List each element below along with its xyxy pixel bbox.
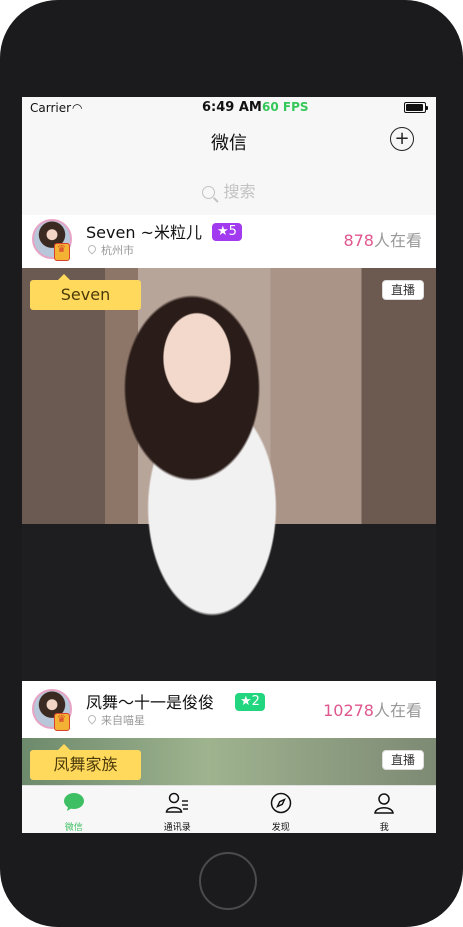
- viewer-number: 878: [343, 231, 374, 250]
- battery-icon: [404, 102, 428, 113]
- viewer-suffix: 人在看: [373, 231, 422, 250]
- live-stream-cover[interactable]: Seven 直播: [22, 268, 436, 681]
- nav-bar: 微信 +: [22, 119, 436, 163]
- person-icon: [374, 793, 395, 814]
- plus-icon: +: [394, 128, 410, 149]
- family-name-tag: 凤舞家族: [30, 744, 141, 780]
- search-placeholder: 搜索: [223, 182, 256, 201]
- clock: 6:49 AM: [202, 100, 262, 115]
- search-icon: [202, 186, 216, 199]
- chat-bubble-icon: [63, 793, 84, 811]
- live-label: 直播: [382, 750, 424, 770]
- streamer-name: 凤舞～十一是俊俊: [86, 693, 215, 712]
- tab-discover[interactable]: 发现: [229, 786, 333, 833]
- phone-frame: Carrier ◠ 6:49 AM 60 FPS 微信 + 搜索 Seven ~…: [0, 0, 463, 927]
- tab-label: 发现: [271, 823, 290, 833]
- tab-bar: 微信 通讯录 发现 我: [22, 785, 436, 833]
- level-badge: ★2: [235, 693, 265, 711]
- family-name-tag: Seven: [30, 274, 141, 310]
- tab-label: 通讯录: [163, 823, 191, 833]
- live-card-header[interactable]: Seven ~米粒儿 ★5 杭州市 878人在看: [22, 215, 436, 265]
- wifi-icon: ◠: [72, 101, 83, 115]
- compass-icon: [270, 792, 291, 814]
- live-card-header[interactable]: 凤舞～十一是俊俊 ★2 来自喵星 10278人在看: [22, 685, 436, 735]
- streamer-name: Seven ~米粒儿: [86, 223, 202, 242]
- carrier-label: Carrier: [30, 101, 72, 115]
- location: 杭州市: [86, 242, 134, 258]
- crown-badge-icon: [54, 243, 70, 261]
- tab-chats[interactable]: 微信: [22, 786, 126, 833]
- location-text: 杭州市: [101, 244, 134, 257]
- crown-badge-icon: [54, 713, 70, 731]
- fps-indicator: 60 FPS: [262, 100, 309, 114]
- tab-me[interactable]: 我: [333, 786, 437, 833]
- tab-label: 微信: [64, 823, 83, 833]
- location-text: 来自喵星: [101, 714, 145, 727]
- level-badge: ★5: [212, 223, 242, 241]
- search-bar[interactable]: 搜索: [22, 163, 436, 215]
- viewer-number: 10278: [323, 701, 374, 720]
- live-stream-cover[interactable]: 凤舞家族 直播: [22, 738, 436, 785]
- viewer-count: 10278人在看: [323, 697, 422, 721]
- viewer-suffix: 人在看: [373, 701, 422, 720]
- location-pin-icon: [86, 243, 98, 255]
- tab-label: 我: [379, 823, 389, 833]
- location: 来自喵星: [86, 712, 145, 728]
- home-button[interactable]: [199, 852, 257, 910]
- page-title: 微信: [211, 133, 247, 154]
- app-screen: Carrier ◠ 6:49 AM 60 FPS 微信 + 搜索 Seven ~…: [22, 97, 436, 833]
- viewer-count: 878人在看: [343, 227, 422, 251]
- live-label: 直播: [382, 280, 424, 300]
- add-button[interactable]: +: [390, 127, 414, 151]
- location-pin-icon: [86, 713, 98, 725]
- contacts-icon: [165, 792, 189, 813]
- status-bar: Carrier ◠ 6:49 AM 60 FPS: [22, 97, 436, 119]
- tab-contacts[interactable]: 通讯录: [126, 786, 230, 833]
